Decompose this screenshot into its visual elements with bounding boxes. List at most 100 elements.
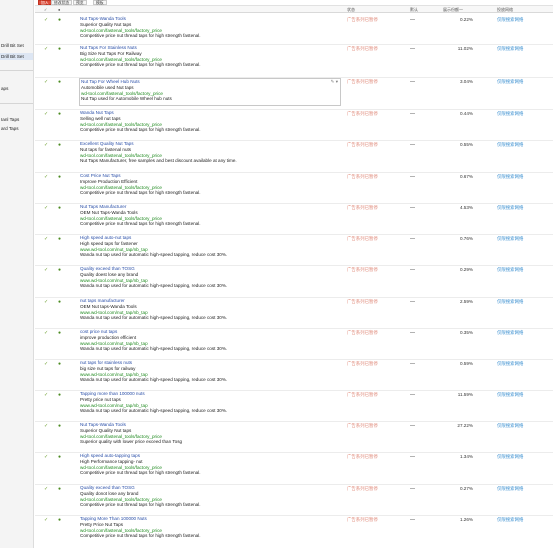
table-row[interactable]: ✓ ● Nut Taps For Stainless Nuts Big Size Nu… bbox=[35, 45, 553, 78]
table-row[interactable]: ✓ ● High speed auto-nut taps High speed tap… bbox=[35, 235, 553, 266]
ad-cell[interactable]: nut taps for stainless nuts big size nut … bbox=[79, 360, 341, 383]
default-dash: — bbox=[410, 267, 415, 273]
table-row[interactable]: ✓ ● Nut Taps-Wanda Tools Superior Quality N… bbox=[35, 422, 553, 453]
ad-cell[interactable]: Nut Taps For Stainless Nuts Big Size Nut … bbox=[79, 45, 341, 68]
table-row[interactable]: ✓ ● nut taps for stainless nuts big size nu… bbox=[35, 360, 553, 391]
status-text: 广告系列已暂停 bbox=[347, 142, 378, 147]
default-dash: — bbox=[410, 454, 415, 460]
ad-cell[interactable]: cost price nut taps improve production ef… bbox=[79, 329, 341, 352]
ad-cell[interactable]: Tapping More Than 100000 Nuts Pretty Pric… bbox=[79, 516, 341, 539]
sidebar-divider bbox=[0, 70, 33, 71]
impression-share: 0.59% bbox=[459, 361, 473, 366]
default-dash: — bbox=[410, 423, 415, 429]
default-dash: — bbox=[410, 361, 415, 367]
table-row[interactable]: ✓ ● Excellent Quality Nut Taps Nut taps for… bbox=[35, 141, 553, 173]
status-dot-icon: ● bbox=[58, 236, 62, 242]
header-status[interactable]: 状态 bbox=[347, 6, 355, 13]
table-row[interactable]: ✓ ● Tapping More Than 100000 Nuts Pretty Pr… bbox=[35, 516, 553, 548]
row-checkbox[interactable]: ✓ bbox=[44, 17, 48, 23]
table-row[interactable]: ✓ ● Quality exceed than TOSG Quality donot … bbox=[35, 485, 553, 516]
network-text: 仅限搜索网络 bbox=[497, 299, 524, 304]
ad-line-2: Wanda nut tap used for automatic high-sp… bbox=[80, 252, 228, 258]
row-checkbox[interactable]: ✓ bbox=[44, 142, 48, 148]
header-network[interactable]: 投放网络 bbox=[497, 6, 513, 13]
default-dash: — bbox=[410, 330, 415, 336]
ad-cell[interactable]: Wanda Nut Taps Selling well nut taps wd-to… bbox=[79, 110, 341, 133]
ad-line-2: Competitive price nut thread taps for hi… bbox=[80, 533, 201, 539]
impression-share: 4.53% bbox=[459, 205, 473, 210]
ad-line-2: Wanda nut tap used for automatic high-sp… bbox=[80, 283, 228, 289]
table-row[interactable]: ✓ ● Quality exceed than TOSG Quality doest … bbox=[35, 266, 553, 298]
network-text: 仅限搜索网络 bbox=[497, 111, 524, 116]
row-checkbox[interactable]: ✓ bbox=[44, 517, 48, 523]
status-dot-icon: ● bbox=[58, 361, 62, 367]
status-text: 广告系列已暂停 bbox=[347, 361, 378, 366]
sidebar-item-drill-bit-set[interactable]: Drill Bit Set bbox=[0, 43, 24, 48]
row-checkbox[interactable]: ✓ bbox=[44, 454, 48, 460]
header-share[interactable]: 展示份额一 bbox=[443, 6, 463, 13]
status-dot-icon: ● bbox=[58, 299, 62, 305]
status-text: 广告系列已暂停 bbox=[347, 236, 378, 241]
sidebar-item-drill-bit-set-active[interactable]: Drill Bit Set bbox=[0, 53, 33, 60]
ad-cell[interactable]: Quality exceed than TOSG Quality doest lo… bbox=[79, 266, 341, 289]
network-text: 仅限搜索网络 bbox=[497, 330, 524, 335]
row-checkbox[interactable]: ✓ bbox=[44, 486, 48, 492]
status-dot-icon: ● bbox=[58, 330, 62, 336]
impression-share: 2.59% bbox=[459, 299, 473, 304]
ad-cell[interactable]: High speed auto-tapping taps High Perform… bbox=[79, 453, 341, 476]
status-text: 广告系列已暂停 bbox=[347, 423, 378, 428]
network-text: 仅限搜索网络 bbox=[497, 486, 524, 491]
row-checkbox[interactable]: ✓ bbox=[44, 46, 48, 52]
network-text: 仅限搜索网络 bbox=[497, 17, 524, 22]
status-text: 广告系列已暂停 bbox=[347, 486, 378, 491]
sidebar-item-ard-taps[interactable]: ard Taps bbox=[0, 126, 19, 131]
row-checkbox[interactable]: ✓ bbox=[44, 361, 48, 367]
table-row[interactable]: ✓ ● High speed auto-tapping taps High Perfo… bbox=[35, 453, 553, 485]
table-row[interactable]: ✓ ● Nut Taps-Wanda Tools Superior Quality N… bbox=[35, 16, 553, 45]
default-dash: — bbox=[410, 79, 415, 85]
sidebar-item-taps[interactable]: aps bbox=[0, 86, 8, 91]
ad-cell[interactable]: nut taps manufacturer OEM Nut taps-Wanda … bbox=[79, 298, 341, 321]
edit-pencil-icon[interactable]: ✎ ▾ bbox=[331, 79, 338, 85]
ad-cell[interactable]: Nut Taps-Wanda Tools Superior Quality Nut… bbox=[79, 422, 341, 445]
select-all-check[interactable]: ✓ bbox=[44, 6, 47, 13]
table-row[interactable]: ✓ ● nut taps manufacturer OEM Nut taps-Wand… bbox=[35, 298, 553, 329]
ad-cell[interactable]: Nut Tap For Wheel Hub Nuts Automobile use… bbox=[79, 78, 341, 106]
ad-cell[interactable]: Quality exceed than TOSG Quality donot lo… bbox=[79, 485, 341, 508]
row-checkbox[interactable]: ✓ bbox=[44, 236, 48, 242]
row-checkbox[interactable]: ✓ bbox=[44, 111, 48, 117]
header-default[interactable]: 默认 bbox=[410, 6, 418, 13]
table-row[interactable]: ✓ ● Tapping more than 100000 nuts Pretty pr… bbox=[35, 391, 553, 422]
table-row[interactable]: ✓ ● Wanda Nut Taps Selling well nut taps wd-… bbox=[35, 110, 553, 141]
ad-cell[interactable]: Tapping more than 100000 nuts Pretty pric… bbox=[79, 391, 341, 414]
impression-share: 1.34% bbox=[459, 454, 473, 459]
ad-cell[interactable]: Nut Taps-Wanda Tools Superior Quality Nut… bbox=[79, 16, 341, 39]
row-checkbox[interactable]: ✓ bbox=[44, 79, 48, 85]
ad-line-2: Nut Taps Manufacturer, free samples and … bbox=[80, 158, 237, 164]
row-checkbox[interactable]: ✓ bbox=[44, 423, 48, 429]
network-text: 仅限搜索网络 bbox=[497, 454, 524, 459]
row-checkbox[interactable]: ✓ bbox=[44, 267, 48, 273]
default-dash: — bbox=[410, 111, 415, 117]
row-checkbox[interactable]: ✓ bbox=[44, 392, 48, 398]
status-text: 广告系列已暂停 bbox=[347, 517, 378, 522]
table-row[interactable]: ✓ ● Nut Taps Manufacturer OEM Nut Taps-Wand… bbox=[35, 204, 553, 235]
row-checkbox[interactable]: ✓ bbox=[44, 205, 48, 211]
ad-cell[interactable]: Cost Price Nut Taps Improve Production Ef… bbox=[79, 173, 341, 196]
table-row[interactable]: ✓ ● Cost Price Nut Taps Improve Production … bbox=[35, 173, 553, 204]
ad-cell[interactable]: Nut Taps Manufacturer OEM Nut Taps-Wanda … bbox=[79, 204, 341, 227]
ad-cell[interactable]: Excellent Quality Nut Taps Nut taps for f… bbox=[79, 141, 341, 164]
status-text: 广告系列已暂停 bbox=[347, 46, 378, 51]
table-row[interactable]: ✓ ● Nut Tap For Wheel Hub Nuts Automobile u… bbox=[35, 78, 553, 110]
sidebar-item-ianl-taps[interactable]: Ianl Taps bbox=[0, 117, 19, 122]
ad-line-2: Wanda nut tap used for automatic high-sp… bbox=[80, 408, 228, 414]
row-checkbox[interactable]: ✓ bbox=[44, 330, 48, 336]
default-dash: — bbox=[410, 174, 415, 180]
status-dot-icon: ● bbox=[58, 517, 62, 523]
status-dot-icon: ● bbox=[58, 174, 62, 180]
row-checkbox[interactable]: ✓ bbox=[44, 174, 48, 180]
row-checkbox[interactable]: ✓ bbox=[44, 299, 48, 305]
table-row[interactable]: ✓ ● cost price nut taps improve production … bbox=[35, 329, 553, 360]
ad-cell[interactable]: High speed auto-nut taps High speed taps … bbox=[79, 235, 341, 258]
status-text: 广告系列已暂停 bbox=[347, 299, 378, 304]
